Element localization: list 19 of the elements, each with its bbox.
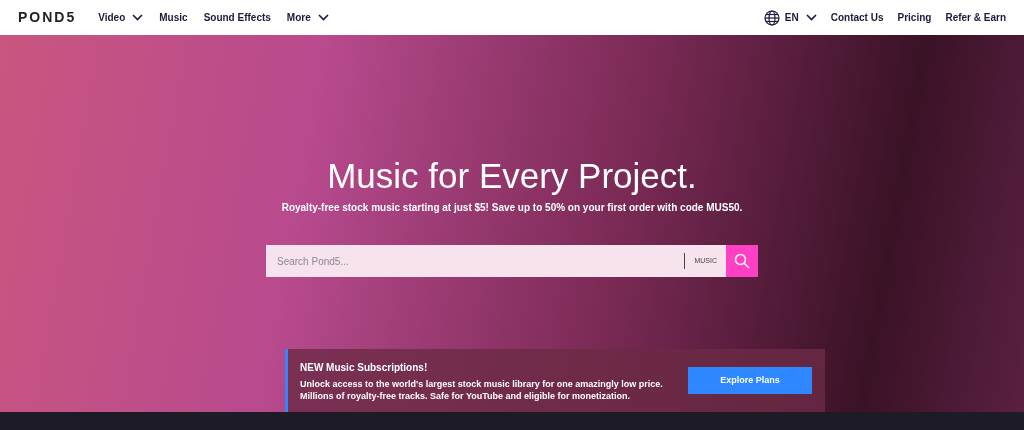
language-selector[interactable]: EN (763, 9, 817, 26)
chevron-down-icon (317, 14, 329, 21)
nav-link[interactable]: More (286, 10, 329, 25)
hero-subtitle: Royalty-free stock music starting at just $5! Save up to 50% on your first order with code MUS50. (281, 201, 743, 215)
nav-link[interactable]: Music (159, 10, 188, 25)
nav-link[interactable]: Contact Us (830, 10, 884, 25)
nav-link[interactable]: Sound Effects (203, 10, 271, 25)
chevron-down-icon (805, 14, 817, 21)
nav-link[interactable]: Pricing (897, 10, 932, 25)
search-button[interactable] (726, 245, 758, 277)
banner-text: Unlock access to the world's largest stock music library for one amazingly low price. Millions of royalty-free tracks. Safe for YouTube and eligible for monetization. (300, 377, 664, 402)
hero-title: Music for Every Project. (327, 156, 697, 196)
pond5-logo[interactable]: POND5 (18, 7, 77, 28)
nav-link[interactable]: Video (98, 10, 144, 25)
search-icon (734, 253, 750, 269)
chevron-down-icon (132, 14, 144, 21)
banner-title: NEW Music Subscriptions! (300, 360, 429, 375)
nav-link[interactable]: Refer & Earn (945, 10, 1006, 25)
globe-icon (763, 9, 780, 26)
